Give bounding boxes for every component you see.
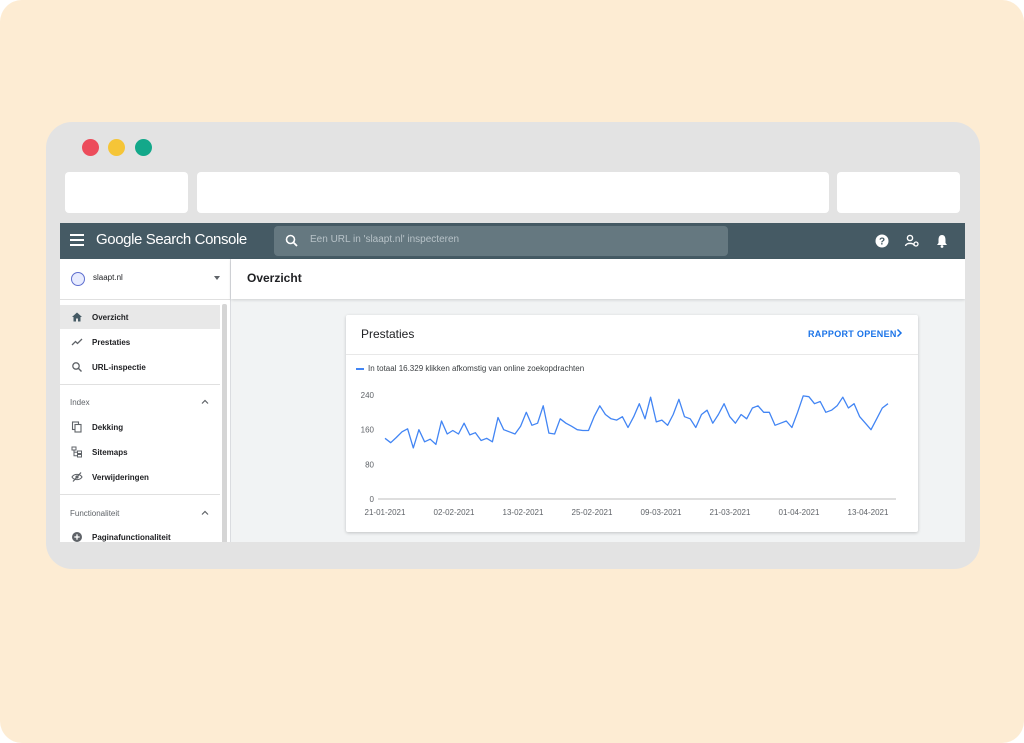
chevron-up-icon[interactable] <box>200 397 210 407</box>
menu-icon[interactable] <box>70 234 84 248</box>
sidebar-item-label: Prestaties <box>92 338 131 347</box>
sitemap-icon <box>71 446 82 458</box>
browser-nav-bar[interactable] <box>65 172 188 213</box>
sidebar-item-dekking[interactable]: Dekking <box>60 415 220 439</box>
performance-chart: 0 80 160 240 21-01-2021 02-02-2021 13-02-2021 2… <box>361 391 896 517</box>
page-header: Overzicht <box>231 259 965 299</box>
y-tick-label: 240 <box>361 391 375 400</box>
legend-swatch <box>356 368 364 370</box>
y-tick-label: 0 <box>370 495 375 504</box>
x-tick-label: 21-01-2021 <box>365 508 406 517</box>
bell-icon[interactable] <box>934 233 950 249</box>
x-tick-label: 21-03-2021 <box>710 508 751 517</box>
sidebar-item-label: Verwijderingen <box>92 473 149 482</box>
chevron-up-icon[interactable] <box>200 508 210 518</box>
minimize-window-dot[interactable] <box>108 139 125 156</box>
app-logo[interactable]: Google Search Console <box>96 231 247 248</box>
property-selector[interactable]: slaapt.nl <box>60 259 230 300</box>
eye-off-icon <box>71 472 83 482</box>
sidebar-item-label: Overzicht <box>92 313 129 322</box>
sidebar-item-label: Dekking <box>92 423 124 432</box>
sidebar-item-label: Sitemaps <box>92 448 128 457</box>
home-icon <box>72 312 82 322</box>
card-title: Prestaties <box>361 327 415 341</box>
sidebar-item-sitemaps[interactable]: Sitemaps <box>60 440 220 464</box>
clicks-series-line[interactable] <box>384 395 889 449</box>
x-tick-label: 01-04-2021 <box>779 508 820 517</box>
sidebar-item-prestaties[interactable]: Prestaties <box>60 330 220 354</box>
page-title: Overzicht <box>247 271 302 285</box>
section-label-index: Index <box>70 398 90 407</box>
close-window-dot[interactable] <box>82 139 99 156</box>
search-console-app: Google Search Console Een URL in 'slaapt… <box>60 223 965 542</box>
search-icon <box>72 362 82 372</box>
browser-address-bar[interactable] <box>197 172 829 213</box>
search-placeholder[interactable]: Een URL in 'slaapt.nl' inspecteren <box>310 234 459 245</box>
plus-circle-icon <box>72 532 82 542</box>
x-tick-label: 13-02-2021 <box>503 508 544 517</box>
sidebar-item-label: Paginafunctionaliteit <box>92 533 171 542</box>
main-content: Overzicht Prestaties RAPPORT OPENEN In t… <box>231 259 965 542</box>
x-tick-label: 13-04-2021 <box>848 508 889 517</box>
maximize-window-dot[interactable] <box>135 139 152 156</box>
sidebar-item-url-inspectie[interactable]: URL-inspectie <box>60 355 220 379</box>
x-tick-label: 02-02-2021 <box>434 508 475 517</box>
x-tick-label: 25-02-2021 <box>572 508 613 517</box>
top-app-bar: Google Search Console Een URL in 'slaapt… <box>60 223 965 259</box>
sidebar-item-verwijderingen[interactable]: Verwijderingen <box>60 465 220 489</box>
section-label-functionaliteit: Functionaliteit <box>70 509 120 518</box>
copy-icon <box>71 421 82 433</box>
users-icon[interactable] <box>904 233 920 249</box>
svg-text:?: ? <box>879 237 885 248</box>
y-tick-label: 80 <box>365 460 374 469</box>
card-header: Prestaties RAPPORT OPENEN <box>346 315 918 355</box>
browser-actions-bar[interactable] <box>837 172 960 213</box>
url-inspect-search[interactable]: Een URL in 'slaapt.nl' inspecteren <box>274 226 728 256</box>
trending-icon <box>71 338 83 346</box>
search-icon <box>285 234 298 247</box>
open-report-link[interactable]: RAPPORT OPENEN <box>808 329 897 339</box>
browser-window: Google Search Console Een URL in 'slaapt… <box>46 122 980 569</box>
y-tick-label: 160 <box>361 426 375 435</box>
property-label: slaapt.nl <box>93 273 123 282</box>
sidebar-divider <box>60 494 220 495</box>
sidebar-divider <box>60 384 220 385</box>
globe-icon <box>71 272 85 286</box>
chevron-down-icon <box>214 276 220 280</box>
chevron-right-icon[interactable] <box>894 328 904 338</box>
help-icon[interactable]: ? <box>874 233 890 249</box>
sidebar-item-paginafunctionaliteit[interactable]: Paginafunctionaliteit <box>60 525 220 542</box>
x-tick-label: 09-03-2021 <box>641 508 682 517</box>
performance-card: Prestaties RAPPORT OPENEN In totaal 16.3… <box>346 315 918 532</box>
sidebar-item-label: URL-inspectie <box>92 363 146 372</box>
sidebar-scrollbar[interactable] <box>222 304 227 542</box>
sidebar: slaapt.nl Overzicht Prestaties URL-inspe… <box>60 259 231 542</box>
legend-text: In totaal 16.329 klikken afkomstig van o… <box>368 364 585 373</box>
sidebar-item-overzicht[interactable]: Overzicht <box>60 305 220 329</box>
